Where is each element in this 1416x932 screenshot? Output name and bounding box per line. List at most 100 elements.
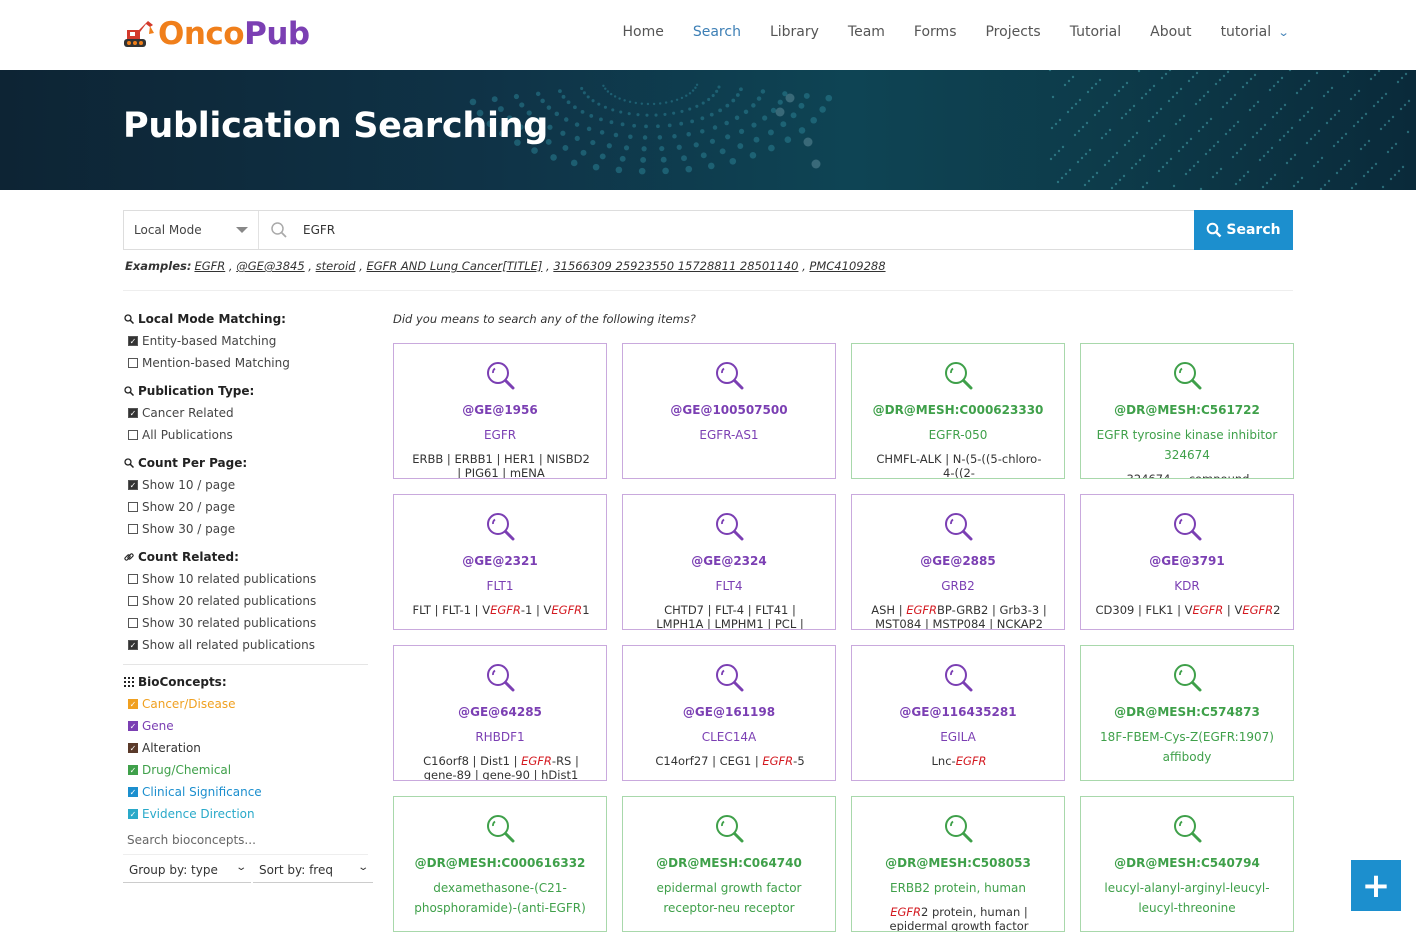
suggestion-card[interactable]: @GE@100507500 EGFR-AS1 bbox=[622, 343, 836, 479]
magnifier-icon bbox=[716, 362, 744, 390]
query-highlight: EGFR bbox=[955, 754, 987, 768]
checkbox[interactable] bbox=[128, 358, 138, 368]
suggestion-card[interactable]: @GE@2321 FLT1 FLT | FLT-1 | VEGFR-1 | VEGF… bbox=[393, 494, 607, 630]
group-by-select[interactable]: Group by: type ⌄ bbox=[123, 857, 251, 883]
checkbox-checked[interactable]: ✓ bbox=[128, 640, 138, 650]
synonym-line: epidermal growth factor bbox=[889, 919, 1029, 932]
suggestion-card[interactable]: @DR@MESH:C574873 18F-FBEM-Cys-Z(EGFR:1907… bbox=[1080, 645, 1294, 781]
example-link[interactable]: PMC4109288 bbox=[809, 259, 885, 273]
nav-tutorial[interactable]: Tutorial bbox=[1070, 24, 1121, 40]
bioconcept-search-input[interactable]: Search bioconcepts... bbox=[123, 825, 368, 855]
bioconcept-sort-controls: Group by: type ⌄ Sort by: freq ⌄ bbox=[123, 857, 373, 883]
option-label: Show 30 / page bbox=[142, 522, 236, 536]
add-button[interactable]: + bbox=[1351, 860, 1401, 911]
concept-id: @DR@MESH:C540794 bbox=[1114, 856, 1260, 870]
checkbox-checked[interactable]: ✓ bbox=[128, 480, 138, 490]
concept-id: @DR@MESH:C561722 bbox=[1114, 403, 1260, 417]
synonym-line: 4-((2- bbox=[943, 466, 975, 479]
suggestion-card[interactable]: @GE@2885 GRB2 ASH | EGFRBP-GRB2 | Grb3-3 |… bbox=[851, 494, 1065, 630]
checkbox-checked[interactable]: ✓ bbox=[128, 336, 138, 346]
suggestion-card[interactable]: @GE@1956 EGFR ERBB | ERBB1 | HER1 | NISBD2… bbox=[393, 343, 607, 479]
concept-synonyms: ASH | EGFRBP-GRB2 | Grb3-3 | MST084 | MST… bbox=[866, 603, 1052, 630]
bioconcept-filter[interactable]: ✓ Drug/Chemical bbox=[123, 759, 373, 781]
suggestion-card[interactable]: @DR@MESH:C540794 leucyl-alanyl-arginyl-le… bbox=[1080, 796, 1294, 932]
bioconcept-filter[interactable]: ✓ Alteration bbox=[123, 737, 373, 759]
checkbox-checked[interactable]: ✓ bbox=[128, 721, 138, 731]
heading-label: Count Related: bbox=[138, 550, 239, 564]
nav-forms[interactable]: Forms bbox=[914, 24, 957, 40]
bioconcept-filter[interactable]: ✓ Evidence Direction bbox=[123, 803, 373, 825]
option-30-related[interactable]: Show 30 related publications bbox=[123, 612, 373, 634]
checkbox-checked[interactable]: ✓ bbox=[128, 743, 138, 753]
bioconcept-filter[interactable]: ✓ Clinical Significance bbox=[123, 781, 373, 803]
option-30-per-page[interactable]: Show 30 / page bbox=[123, 518, 373, 540]
bioconcept-filter[interactable]: ✓ Gene bbox=[123, 715, 373, 737]
checkbox[interactable] bbox=[128, 430, 138, 440]
perpage-heading: Count Per Page: bbox=[123, 452, 373, 474]
concept-id: @GE@161198 bbox=[682, 705, 776, 719]
nav-search[interactable]: Search bbox=[693, 24, 741, 40]
suggestion-card[interactable]: @GE@116435281 EGILA Lnc-EGFR bbox=[851, 645, 1065, 781]
search-input[interactable] bbox=[299, 211, 1292, 249]
example-link[interactable]: steroid bbox=[316, 259, 356, 273]
concept-id: @GE@3791 bbox=[1149, 554, 1225, 568]
user-name: tutorial bbox=[1220, 24, 1272, 40]
query-highlight: EGFR bbox=[1192, 603, 1224, 617]
sort-by-select[interactable]: Sort by: freq ⌄ bbox=[252, 857, 373, 883]
checkbox[interactable] bbox=[128, 574, 138, 584]
suggestion-card[interactable]: @GE@3791 KDR CD309 | FLK1 | VEGFR | VEGFR2 bbox=[1080, 494, 1294, 630]
checkbox-checked[interactable]: ✓ bbox=[128, 699, 138, 709]
concept-synonyms: Lnc-EGFR bbox=[866, 754, 1052, 768]
suggestion-card[interactable]: @DR@MESH:C064740 epidermal growth factor … bbox=[622, 796, 836, 932]
excavator-logo-icon bbox=[124, 21, 154, 47]
magnifier-icon bbox=[487, 664, 515, 692]
suggestion-card[interactable]: @DR@MESH:C561722 EGFR tyrosine kinase inh… bbox=[1080, 343, 1294, 479]
suggestion-card[interactable]: @GE@161198 CLEC14A C14orf27 | CEG1 | EGFR-… bbox=[622, 645, 836, 781]
option-all-publications[interactable]: All Publications bbox=[123, 424, 373, 446]
concept-synonyms: C14orf27 | CEG1 | EGFR-5 bbox=[637, 754, 823, 768]
checkbox-checked[interactable]: ✓ bbox=[128, 765, 138, 775]
suggestion-card[interactable]: @DR@MESH:C000623330 EGFR-050 CHMFL-ALK | N… bbox=[851, 343, 1065, 479]
option-entity-matching[interactable]: ✓ Entity-based Matching bbox=[123, 330, 373, 352]
suggestion-card[interactable]: @DR@MESH:C000616332 dexamethasone-(C21-ph… bbox=[393, 796, 607, 932]
suggestion-card[interactable]: @GE@2324 FLT4 CHTD7 | FLT-4 | FLT41 | LMPH1… bbox=[622, 494, 836, 630]
search-mode-select[interactable]: Local Mode bbox=[124, 211, 259, 249]
example-link[interactable]: 31566309 25923550 15728811 28501140 bbox=[553, 259, 798, 273]
nav-about[interactable]: About bbox=[1150, 24, 1191, 40]
bioconcept-filter[interactable]: ✓ Cancer/Disease bbox=[123, 693, 373, 715]
heading-label: BioConcepts: bbox=[138, 675, 227, 689]
checkbox-checked[interactable]: ✓ bbox=[128, 809, 138, 819]
synonym-line: MST084 | MSTP084 | NCKAP2 bbox=[875, 617, 1043, 630]
checkbox[interactable] bbox=[128, 596, 138, 606]
option-20-related[interactable]: Show 20 related publications bbox=[123, 590, 373, 612]
logo-part-pub: Pub bbox=[244, 16, 310, 52]
option-all-related[interactable]: ✓ Show all related publications bbox=[123, 634, 373, 656]
example-link[interactable]: EGFR bbox=[194, 259, 225, 273]
example-link[interactable]: @GE@3845 bbox=[236, 259, 304, 273]
nav-library[interactable]: Library bbox=[770, 24, 819, 40]
synonym-line: FLT | FLT-1 | VEGFR-1 | VEGFR1 bbox=[412, 603, 590, 617]
checkbox[interactable] bbox=[128, 524, 138, 534]
nav-projects[interactable]: Projects bbox=[985, 24, 1040, 40]
nav-home[interactable]: Home bbox=[623, 24, 664, 40]
user-menu[interactable]: tutorial ⌄ bbox=[1220, 24, 1290, 40]
suggestion-card[interactable]: @GE@64285 RHBDF1 C16orf8 | Dist1 | EGFR-RS… bbox=[393, 645, 607, 781]
magnifier-icon bbox=[487, 513, 515, 541]
checkbox[interactable] bbox=[128, 618, 138, 628]
concept-synonyms: C16orf8 | Dist1 | EGFR-RS | gene-89 | gen… bbox=[408, 754, 594, 780]
option-label: Entity-based Matching bbox=[142, 334, 277, 348]
option-mention-matching[interactable]: Mention-based Matching bbox=[123, 352, 373, 374]
option-10-related[interactable]: Show 10 related publications bbox=[123, 568, 373, 590]
checkbox[interactable] bbox=[128, 502, 138, 512]
oncopub-logo[interactable]: OncoPub bbox=[122, 14, 310, 54]
search-button[interactable]: Search bbox=[1194, 210, 1293, 250]
suggestion-card[interactable]: @DR@MESH:C508053 ERBB2 protein, human EGFR… bbox=[851, 796, 1065, 932]
option-cancer-related[interactable]: ✓ Cancer Related bbox=[123, 402, 373, 424]
nav-team[interactable]: Team bbox=[848, 24, 885, 40]
option-label: Cancer Related bbox=[142, 406, 234, 420]
option-20-per-page[interactable]: Show 20 / page bbox=[123, 496, 373, 518]
example-link[interactable]: EGFR AND Lung Cancer[TITLE] bbox=[366, 259, 542, 273]
option-10-per-page[interactable]: ✓ Show 10 / page bbox=[123, 474, 373, 496]
checkbox-checked[interactable]: ✓ bbox=[128, 787, 138, 797]
checkbox-checked[interactable]: ✓ bbox=[128, 408, 138, 418]
